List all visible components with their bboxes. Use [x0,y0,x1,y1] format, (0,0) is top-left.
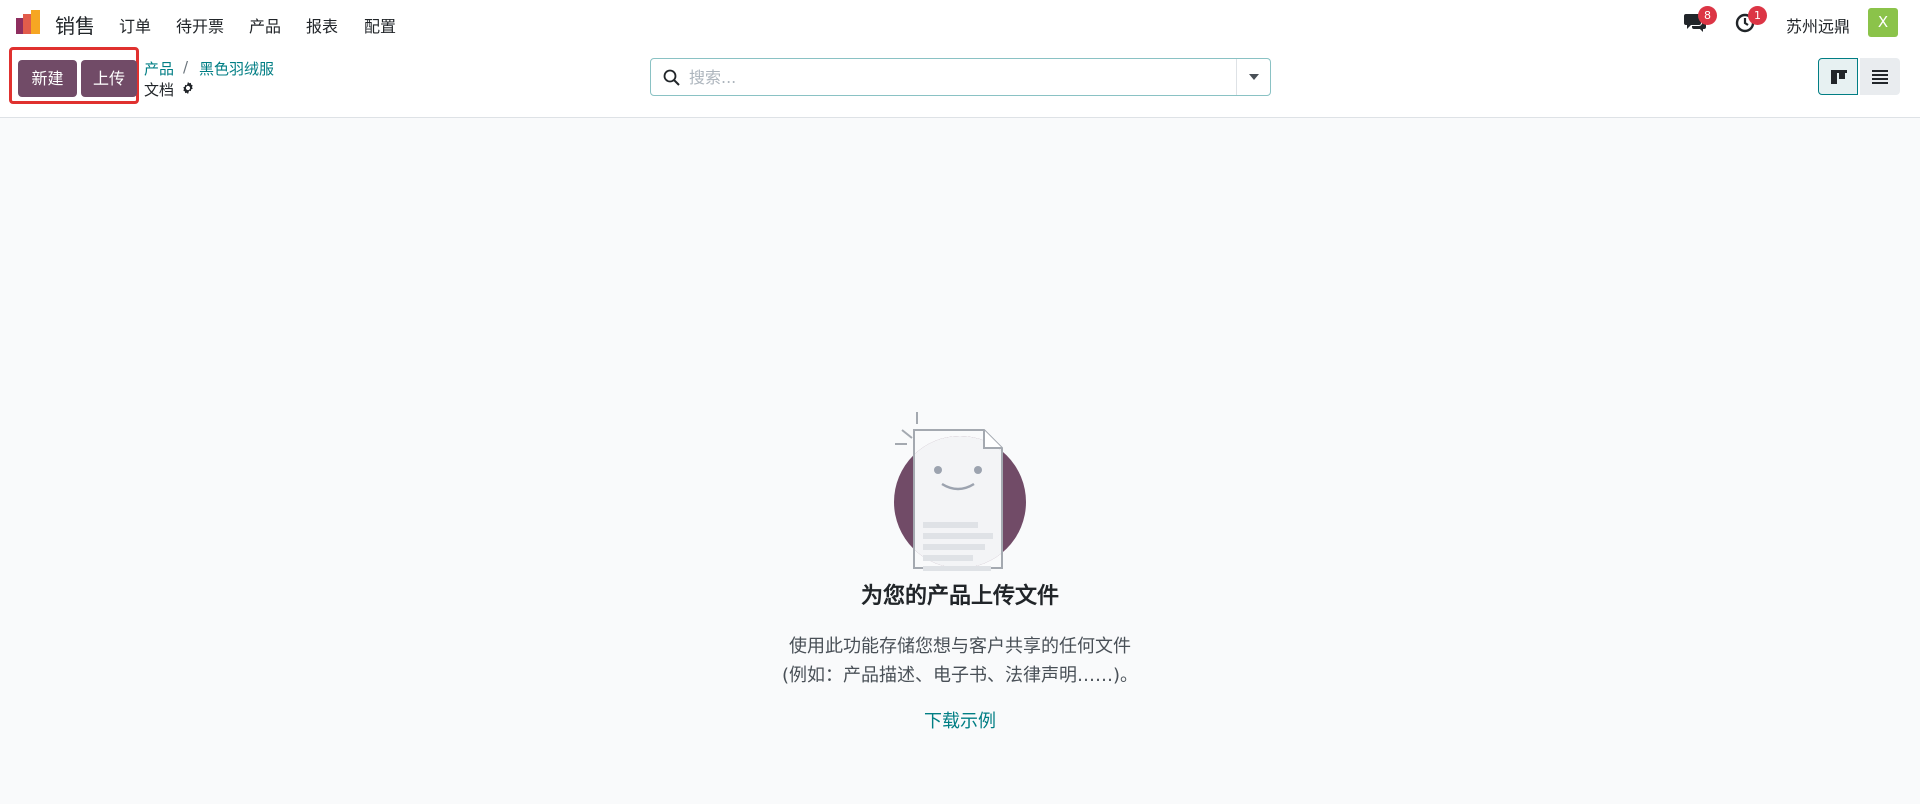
control-panel: 新建 上传 产品 / 黑色羽绒服 文档 [0,46,1920,118]
empty-state-examples: (例如：产品描述、电子书、法律声明……)。 [781,665,1139,686]
search-bar [650,58,1271,96]
breadcrumb-separator: / [183,58,189,76]
user-avatar[interactable]: X [1868,8,1898,37]
menu-configuration[interactable]: 配置 [364,13,396,37]
app-name[interactable]: 销售 [55,10,95,39]
menu-to-invoice[interactable]: 待开票 [176,13,224,37]
breadcrumb-product[interactable]: 黑色羽绒服 [199,58,274,79]
search-input[interactable] [689,59,1234,95]
sales-app-icon[interactable] [14,9,44,35]
gear-icon[interactable] [181,81,195,95]
caret-down-icon [1249,74,1259,80]
activities-badge: 1 [1748,6,1767,25]
upload-button[interactable]: 上传 [81,60,137,97]
search-icon[interactable] [663,69,680,86]
kanban-view-button[interactable] [1818,58,1858,95]
empty-state-title: 为您的产品上传文件 [860,584,1059,609]
messages-badge: 8 [1698,6,1717,25]
download-example-link[interactable]: 下载示例 [0,707,1920,733]
empty-state-description: 使用此功能存储您想与客户共享的任何文件 [789,636,1131,657]
page-title: 文档 [144,81,175,99]
list-view-button[interactable] [1860,58,1900,95]
main-navbar: 销售 订单 待开票 产品 报表 配置 8 1 苏州远鼎 X [0,0,1920,46]
menu-reporting[interactable]: 报表 [306,13,338,37]
breadcrumb-products[interactable]: 产品 [144,58,174,79]
search-options-toggle[interactable] [1236,59,1270,95]
empty-document-illustration [894,412,1026,571]
menu-products[interactable]: 产品 [249,13,281,37]
new-button[interactable]: 新建 [18,60,77,97]
list-view-icon [1872,70,1888,84]
menu-orders[interactable]: 订单 [119,13,151,37]
company-switcher[interactable]: 苏州远鼎 [1786,13,1850,37]
kanban-view-icon [1831,70,1847,84]
